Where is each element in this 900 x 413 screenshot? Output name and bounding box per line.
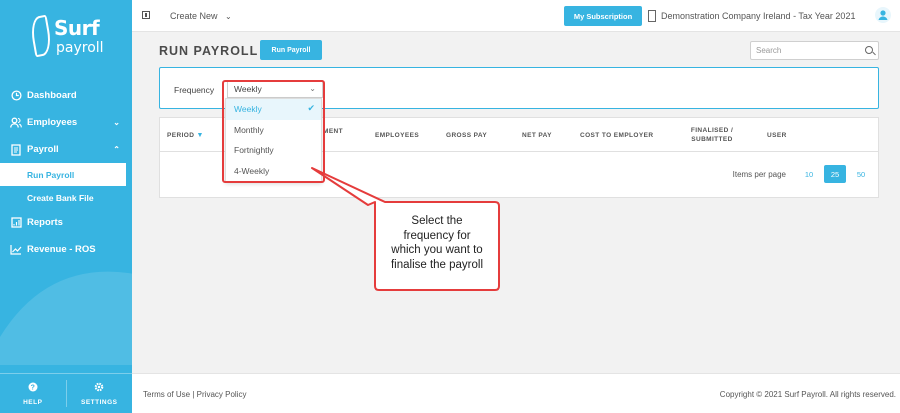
chevron-up-icon: ⌃ [113,145,120,154]
svg-text:?: ? [30,384,35,391]
gear-icon [94,382,104,395]
items-per-page-label: Items per page [732,169,786,179]
column-header-user[interactable]: USER [767,131,787,140]
people-icon [10,117,22,129]
sidebar-subitem-run-payroll[interactable]: Run Payroll [0,163,126,186]
sort-down-icon: ▼ [196,132,204,139]
my-subscription-button[interactable]: My Subscription [564,6,642,26]
column-label-line2: SUBMITTED [691,136,733,143]
sidebar-item-payroll[interactable]: Payroll ⌃ [0,136,132,163]
callout-text: Select the frequency for which you want … [376,214,498,272]
frequency-option-fortnightly[interactable]: Fortnightly [226,140,321,161]
column-label: PERIOD [167,132,195,139]
sidebar-item-dashboard[interactable]: Dashboard [0,82,132,109]
chevron-down-icon: ⌄ [309,84,316,93]
sidebar-subitem-create-bank-file[interactable]: Create Bank File [0,186,132,209]
top-bar: Create New ⌄ My Subscription Demonstrati… [132,0,900,32]
sidebar-item-label: Dashboard [27,90,77,101]
question-icon: ? [28,382,38,395]
collapse-sidebar-icon[interactable] [142,11,150,19]
clock-icon [10,90,22,102]
footer: Terms of Use | Privacy Policy Copyright … [132,373,900,413]
decorative-wave [0,271,132,365]
logo[interactable]: Surf payroll [28,14,110,60]
callout-line: frequency for [403,229,471,242]
copyright-text: Copyright © 2021 Surf Payroll. All right… [719,390,896,399]
create-new-label: Create New [170,11,218,21]
sidebar-item-revenue-ros[interactable]: Revenue - ROS [0,236,132,263]
page-title: RUN PAYROLL [159,44,259,58]
pagination: Items per page 10 25 50 [733,165,872,183]
column-header-cost-to-employer[interactable]: COST TO EMPLOYER [580,131,653,140]
frequency-dropdown-menu: Weekly ✔ Monthly Fortnightly 4-Weekly [225,98,322,182]
create-new-menu[interactable]: Create New ⌄ [170,11,232,21]
company-selector[interactable]: Demonstration Company Ireland - Tax Year… [661,11,855,21]
settings-label: SETTINGS [80,398,118,406]
terms-link[interactable]: Terms of Use [143,390,190,399]
callout-annotation [311,167,500,291]
sidebar-item-reports[interactable]: Reports [0,209,132,236]
report-icon [10,217,22,229]
frequency-selected-value: Weekly [234,84,262,94]
column-header-payment[interactable]: MENT [323,127,343,136]
sidebar-item-label: Employees [27,117,78,128]
sidebar-item-label: Payroll [27,144,59,155]
logo-text-payroll: payroll [56,40,104,56]
sidebar-item-employees[interactable]: Employees ⌄ [0,109,132,136]
footer-links: Terms of Use | Privacy Policy [143,390,246,399]
logo-text-surf: Surf [54,16,100,40]
help-label: HELP [23,398,43,406]
callout-line: which you want to [391,244,483,256]
search-input[interactable]: Search [750,41,879,60]
search-icon [865,46,873,54]
page-size-option[interactable]: 10 [798,165,820,183]
sidebar-item-label: Reports [27,217,63,228]
frequency-label: Frequency [174,85,215,95]
column-header-net-pay[interactable]: NET PAY [522,131,552,140]
help-button[interactable]: ? HELP [0,374,66,413]
checkmark-icon: ✔ [307,103,315,113]
user-avatar-icon[interactable] [875,7,891,23]
footer-separator: | [192,390,195,399]
run-payroll-button[interactable]: Run Payroll [260,40,322,60]
sidebar-nav: Dashboard Employees ⌄ Payroll ⌃ Run Payr… [0,82,132,263]
frequency-option-monthly[interactable]: Monthly [226,120,321,141]
page-size-option-active[interactable]: 25 [824,165,846,183]
document-icon [10,143,22,156]
option-label: Weekly [234,104,262,115]
surfboard-logo-icon [28,14,54,58]
callout-line: finalise the payroll [390,258,484,271]
column-header-finalised-submitted[interactable]: FINALISED / SUBMITTED [690,126,734,144]
chevron-down-icon: ⌄ [113,118,120,127]
chart-icon [10,244,22,256]
frequency-option-4-weekly[interactable]: 4-Weekly [226,161,321,182]
callout-line: Select the [411,215,463,227]
column-label-line1: FINALISED / [690,127,734,134]
chevron-down-icon: ⌄ [225,12,232,21]
column-header-employees[interactable]: EMPLOYEES [375,131,419,140]
page-size-option[interactable]: 50 [850,165,872,183]
column-header-gross-pay[interactable]: GROSS PAY [446,131,487,140]
sidebar-footer: ? HELP SETTINGS [0,373,132,413]
search-placeholder: Search [756,46,782,55]
column-header-period[interactable]: PERIOD ▼ [167,131,204,140]
frequency-select[interactable]: Weekly ⌄ [227,80,323,98]
settings-button[interactable]: SETTINGS [67,374,133,413]
building-icon [648,10,656,22]
frequency-option-weekly[interactable]: Weekly ✔ [226,99,321,120]
privacy-link[interactable]: Privacy Policy [197,390,247,399]
sidebar-item-label: Revenue - ROS [27,244,96,255]
sidebar: Surf payroll Dashboard Employees ⌄ Payro… [0,0,132,413]
